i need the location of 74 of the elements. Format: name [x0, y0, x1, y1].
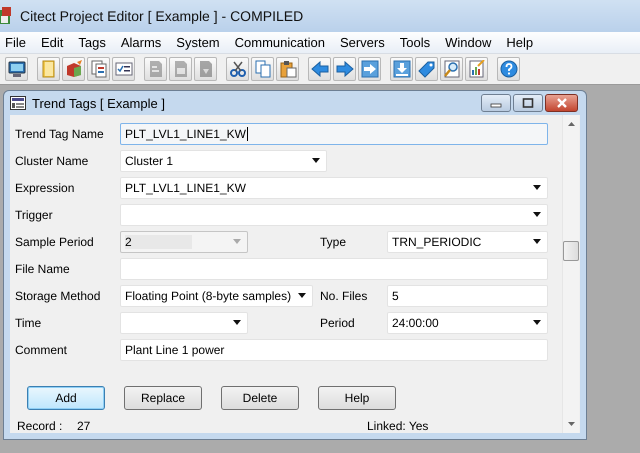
form-button[interactable]: Help: [318, 386, 396, 410]
dropdown-field[interactable]: PLT_LVL1_LINE1_KW: [120, 176, 548, 198]
field-label: Period: [320, 316, 356, 330]
scissors-icon[interactable]: [226, 57, 249, 81]
menu-item[interactable]: System: [174, 35, 226, 50]
field-label: Time: [15, 316, 42, 330]
record-label: Record :: [17, 419, 64, 433]
scrollbar[interactable]: [562, 115, 579, 433]
scroll-thumb[interactable]: [563, 241, 579, 261]
text-field[interactable]: Plant Line 1 power: [120, 338, 548, 360]
form-button[interactable]: Add: [27, 386, 105, 410]
restore-button[interactable]: [513, 94, 543, 112]
menu-item[interactable]: Alarms: [118, 35, 168, 50]
menu-item[interactable]: Tools: [398, 35, 436, 50]
field-label: Comment: [15, 342, 68, 356]
window-title: Trend Tags [ Example ]: [32, 96, 166, 110]
dropdown-arrow-icon[interactable]: [533, 320, 541, 325]
menu-item[interactable]: Edit: [38, 35, 70, 50]
dropdown-field[interactable]: Floating Point (8-byte samples): [120, 284, 313, 306]
field-label: Type: [320, 234, 348, 248]
field-label: Sample Period: [15, 234, 95, 248]
field-label: Cluster Name: [15, 154, 90, 168]
dropdown-arrow-icon[interactable]: [533, 212, 541, 217]
dropdown-arrow-icon[interactable]: [533, 185, 541, 190]
download-icon[interactable]: [390, 57, 413, 81]
field-label: File Name: [15, 262, 71, 276]
field-label: Trend Tag Name: [15, 126, 105, 140]
folder-icon[interactable]: [37, 57, 60, 81]
menu-item[interactable]: Help: [504, 35, 540, 50]
dropdown-field[interactable]: 24:00:00: [387, 312, 548, 334]
menu-item[interactable]: Communication: [232, 35, 331, 50]
text-field[interactable]: PLT_LVL1_LINE1_KW: [120, 122, 548, 144]
scroll-up-icon[interactable]: [568, 122, 574, 126]
field-label: Storage Method: [15, 288, 102, 302]
help-icon[interactable]: [497, 57, 520, 81]
app-icon: [0, 7, 12, 25]
copy-icon[interactable]: [251, 57, 274, 81]
magnifier-icon[interactable]: [440, 57, 463, 81]
arrow-box-icon[interactable]: [358, 57, 381, 81]
linked-status: Linked: Yes: [367, 419, 428, 433]
dropdown-arrow-icon[interactable]: [533, 239, 541, 244]
scroll-down-icon[interactable]: [568, 422, 574, 426]
dropdown-arrow-icon[interactable]: [312, 158, 320, 163]
form-button[interactable]: Delete: [221, 386, 299, 410]
text-field[interactable]: [120, 258, 548, 280]
minimize-button[interactable]: [481, 94, 511, 112]
menu-item[interactable]: Servers: [338, 35, 391, 50]
paste-icon[interactable]: [276, 57, 299, 81]
restore-icon: [522, 98, 534, 108]
box-icon[interactable]: [62, 57, 85, 81]
record-number: 27: [77, 419, 92, 433]
dropdown-field[interactable]: [120, 204, 548, 226]
dropdown-arrow-icon[interactable]: [233, 320, 241, 325]
form-button[interactable]: Replace: [124, 386, 202, 410]
close-icon: [556, 98, 568, 108]
report-icon[interactable]: [465, 57, 488, 81]
field-label: Trigger: [15, 208, 54, 222]
dropdown-field[interactable]: [120, 312, 248, 334]
close-button[interactable]: [545, 94, 578, 112]
dropdown-field[interactable]: TRN_PERIODIC: [387, 230, 548, 252]
menu-item[interactable]: Tags: [76, 35, 112, 50]
form-icon: [10, 96, 26, 110]
dropdown-field[interactable]: Cluster 1: [120, 150, 327, 172]
documents-icon[interactable]: [87, 57, 110, 81]
menu-item[interactable]: Window: [443, 35, 498, 50]
field-label: Expression: [15, 180, 76, 194]
text-field[interactable]: 5: [387, 284, 548, 306]
dropdown-arrow-icon[interactable]: [298, 293, 306, 298]
tag-icon[interactable]: [415, 57, 438, 81]
field-label: No. Files: [320, 288, 368, 302]
checklist-icon[interactable]: [112, 57, 135, 81]
menu-item[interactable]: File: [3, 35, 32, 50]
monitor-icon[interactable]: [5, 57, 28, 81]
window-title: Citect Project Editor [ Example ] - COMPILED: [20, 8, 304, 24]
